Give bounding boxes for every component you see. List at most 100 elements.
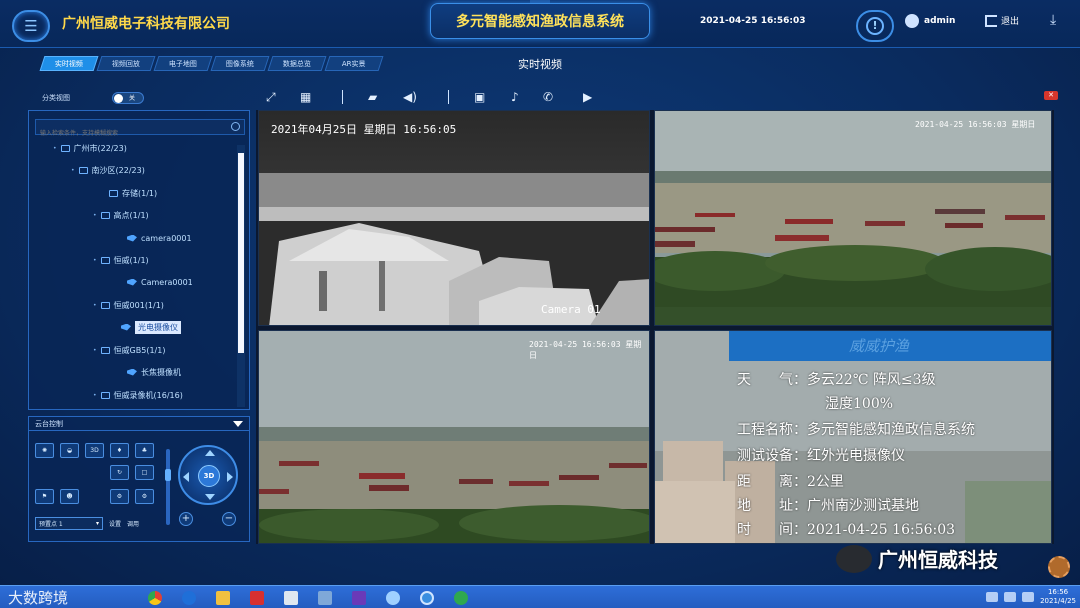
watermark-text: 广州恒威科技 [878, 548, 998, 572]
tree-item-electro-optical-camera[interactable]: 光电摄像仪 [121, 320, 181, 334]
circle-app-icon[interactable] [412, 588, 442, 607]
eye-app-icon[interactable] [378, 588, 408, 607]
user-menu[interactable]: admin [905, 14, 955, 28]
tree-item-hengwei[interactable]: • 恒威(1/1) [93, 253, 149, 267]
chrome-icon[interactable] [140, 588, 170, 607]
settings-gear-icon[interactable] [1048, 556, 1070, 578]
category-view-toggle[interactable]: 关 [112, 92, 144, 104]
taskbar-clock[interactable]: 16:56 2021/4/25 [1040, 588, 1076, 606]
tree-item-telephoto-camera[interactable]: 长焦摄像机 [127, 365, 181, 379]
user-track-button[interactable]: ☻ [60, 489, 79, 504]
monitor-app-icon[interactable] [310, 588, 340, 607]
expand-icon[interactable]: • [93, 392, 97, 399]
ptz-header[interactable]: 云台控制 [29, 417, 249, 431]
preset-call-button[interactable]: 调用 [127, 519, 139, 528]
light-button[interactable]: ✺ [35, 443, 54, 458]
tree-item-guangzhou[interactable]: • 广州市(22/23) [53, 141, 127, 155]
device-search-input[interactable] [36, 126, 226, 141]
tree-item-hengwei-gb5[interactable]: • 恒威GB5(1/1) [93, 343, 165, 357]
expand-icon[interactable]: • [93, 347, 97, 354]
zoom-out-button[interactable]: − [222, 512, 236, 526]
square-icon: □ [141, 469, 148, 476]
rotate-button[interactable]: ↻ [110, 465, 129, 480]
arrow-right-icon[interactable] [227, 472, 233, 482]
joystick-3d-center[interactable]: 3D [198, 465, 220, 487]
video-cell-4-info[interactable]: 威威护渔 天 气：多云22℃ 阵风≤3级 湿度100% 工程名称：多元智能感知渔… [654, 330, 1052, 544]
toggle-text: 关 [129, 95, 136, 102]
tree-item-camera0001-a[interactable]: camera0001 [127, 231, 192, 245]
tree-folder-icon [78, 166, 88, 174]
tab-realtime-video[interactable]: 实时视频 [39, 56, 99, 71]
record-camera-icon[interactable]: ▰ [368, 90, 377, 104]
tray-volume-icon[interactable] [1004, 592, 1017, 602]
grid-layout-icon[interactable]: ▦ [300, 90, 311, 104]
frame-button[interactable]: □ [135, 465, 154, 480]
slider-knob[interactable] [165, 469, 171, 481]
tab-video-playback[interactable]: 视频回放 [96, 56, 156, 71]
drop-icon: ♦ [116, 447, 123, 454]
taskbar-start[interactable]: 大数跨境 [8, 586, 68, 608]
info-banner: 威威护渔 [729, 331, 1051, 361]
close-video-button[interactable]: ✕ [1044, 91, 1058, 100]
ptz-speed-slider[interactable] [165, 449, 171, 525]
app-window: ☰ 广州恒威电子科技有限公司 ⌄ 多元智能感知渔政信息系统 2021-04-25… [0, 0, 1080, 585]
tree-item-highpoint[interactable]: • 高点(1/1) [93, 208, 149, 222]
tray-network-icon[interactable] [986, 592, 999, 602]
video-cell-1-thermal[interactable]: 2021年04月25日 星期日 16:56:05 Camera 01 [258, 110, 650, 326]
search-icon[interactable] [231, 122, 240, 131]
video-camera-icon[interactable]: ▶ [583, 90, 592, 104]
red-app-icon[interactable] [242, 588, 272, 607]
expand-icon[interactable]: • [71, 167, 75, 174]
expand-icon[interactable]: • [53, 145, 57, 152]
ptz-3d-button[interactable]: 3D [85, 443, 104, 458]
tab-electronic-map[interactable]: 电子地图 [153, 56, 213, 71]
expand-icon[interactable]: • [93, 212, 97, 219]
flag-button[interactable]: ⚑ [35, 489, 54, 504]
arrow-left-icon[interactable] [183, 472, 189, 482]
download-icon[interactable]: ⤓ [1050, 12, 1056, 28]
preset-set-button[interactable]: 设置 [109, 519, 121, 528]
main-tabs: 实时视频 视频回放 电子地图 图像系统 数据总览 AR实景 [39, 56, 384, 71]
tab-image-system[interactable]: 图像系统 [210, 56, 270, 71]
folder-icon[interactable] [208, 588, 238, 607]
zoom-in-button[interactable]: + [179, 512, 193, 526]
microphone-icon[interactable]: ♪ [511, 90, 519, 104]
collapse-caret-icon[interactable] [233, 420, 243, 427]
arrow-down-icon[interactable] [205, 494, 215, 500]
arrow-up-icon[interactable] [205, 450, 215, 456]
tree-item-nansha[interactable]: • 南沙区(22/23) [71, 163, 145, 177]
tray-keyboard-icon[interactable] [1022, 592, 1035, 602]
tab-ar-scene[interactable]: AR实景 [324, 56, 384, 71]
settings-button-2[interactable]: ⚙ [135, 489, 154, 504]
thermal-scene [259, 111, 649, 325]
tree-scrollbar[interactable] [237, 145, 245, 407]
tree-item-camera0001-b[interactable]: Camera0001 [127, 275, 193, 289]
fullscreen-icon[interactable]: ⤢ [266, 90, 276, 105]
document-app-icon[interactable] [276, 588, 306, 607]
settings-button-1[interactable]: ⚙ [110, 489, 129, 504]
menu-button[interactable]: ☰ [12, 10, 50, 42]
video-cell-3-river[interactable]: 2021-04-25 16:56:03 星期日 [258, 330, 650, 544]
focus-button[interactable]: ♦ [110, 443, 129, 458]
tree-item-hengwei001[interactable]: • 恒威001(1/1) [93, 298, 164, 312]
iris-button[interactable]: ♣ [135, 443, 154, 458]
teamviewer-icon[interactable] [174, 588, 204, 607]
tab-data-overview[interactable]: 数据总览 [267, 56, 327, 71]
alert-button[interactable]: ! [856, 10, 894, 42]
tree-scrollbar-thumb[interactable] [238, 153, 244, 353]
ptz-joystick[interactable]: 3D [178, 445, 238, 505]
expand-icon[interactable]: • [93, 302, 97, 309]
logout-button[interactable]: 退出 [985, 14, 1019, 27]
snapshot-image-icon[interactable]: ▣ [474, 90, 485, 104]
purple-app-icon[interactable] [344, 588, 374, 607]
phone-call-icon[interactable]: ✆ [543, 90, 553, 104]
tree-item-storage[interactable]: 存储(1/1) [109, 186, 157, 200]
preset-select[interactable]: 预置点 1 ▾ [35, 517, 103, 530]
wiper-button[interactable]: ◒ [60, 443, 79, 458]
taskbar-watermark-text: 大数跨境 [8, 589, 69, 607]
expand-icon[interactable]: • [93, 257, 97, 264]
speaker-icon[interactable]: ◀) [403, 90, 417, 104]
video-cell-2-river[interactable]: 2021-04-25 16:56:03 星期日 [654, 110, 1052, 326]
tree-item-hengwei-nvr[interactable]: • 恒威录像机(16/16) [93, 388, 183, 402]
green-app-icon[interactable] [446, 588, 476, 607]
